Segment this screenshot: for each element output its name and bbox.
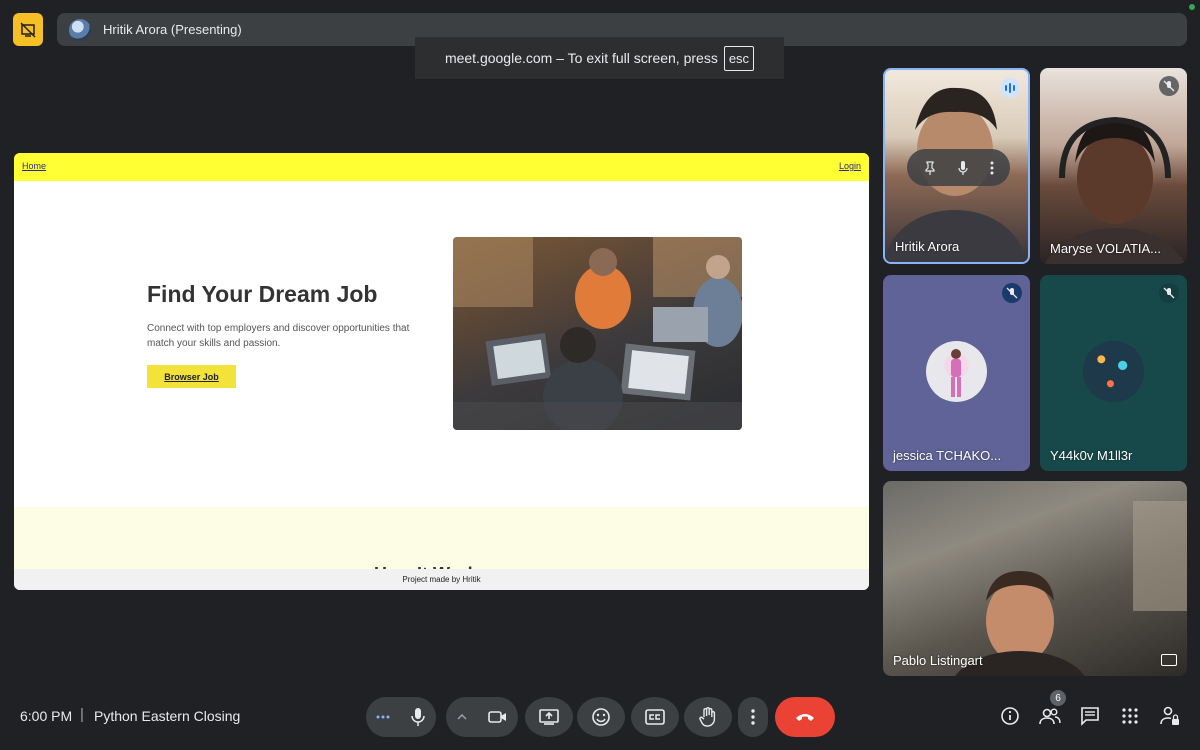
present-screen-icon (539, 709, 559, 725)
avatar (926, 341, 987, 402)
captions-button[interactable] (631, 697, 679, 737)
present-screen-button[interactable] (525, 697, 573, 737)
divider: | (80, 706, 84, 723)
captions-icon (645, 709, 665, 725)
participant-name: Pablo Listingart (893, 653, 983, 668)
meeting-title: Python Eastern Closing (94, 708, 241, 724)
meeting-details-button[interactable] (998, 704, 1022, 728)
participant-name: jessica TCHAKO... (893, 448, 1002, 463)
participant-name: Hritik Arora (895, 239, 960, 254)
browse-jobs-button[interactable]: Browser Job (147, 365, 236, 388)
more-options-icon[interactable] (990, 161, 994, 175)
hero-description: Connect with top employers and discover … (147, 323, 410, 349)
avatar (1083, 341, 1144, 402)
mic-off-icon (1002, 283, 1022, 303)
hand-icon (699, 707, 717, 727)
expand-icon[interactable] (1161, 654, 1177, 666)
stop-presenting-button[interactable] (13, 13, 43, 46)
shared-screen: Home Login Find Your Dream Job Connect w… (14, 153, 869, 590)
how-it-works-section (14, 507, 869, 569)
mic-off-icon (1159, 283, 1179, 303)
participant-name: Y44k0v M1ll3r (1050, 448, 1133, 463)
present-off-icon (20, 21, 36, 38)
speaking-indicator (1000, 78, 1020, 98)
site-nav: Home Login (14, 153, 869, 181)
pin-icon[interactable] (923, 160, 937, 175)
presenter-avatar (69, 18, 91, 41)
hero-title: Find Your Dream Job (147, 281, 378, 307)
raise-hand-button[interactable] (684, 697, 732, 737)
emoji-icon (591, 707, 611, 727)
microphone-icon[interactable] (410, 707, 426, 727)
participant-tile-maryse[interactable]: Maryse VOLATIA... (1040, 68, 1187, 264)
nav-login-link[interactable]: Login (839, 161, 861, 171)
leave-call-button[interactable] (775, 697, 835, 737)
apps-grid-icon (1122, 708, 1138, 724)
nav-home-link[interactable]: Home (22, 161, 46, 171)
participant-name: Maryse VOLATIA... (1050, 241, 1162, 256)
people-button[interactable] (1038, 704, 1062, 728)
fullscreen-message: meet.google.com – To exit full screen, p… (444, 50, 718, 66)
meeting-time: 6:00 PM (20, 708, 73, 724)
mic-icon[interactable] (956, 160, 970, 176)
video-controls[interactable] (446, 697, 518, 737)
site-footer: Project made by Hritik (14, 569, 869, 590)
chat-button[interactable] (1078, 704, 1102, 728)
people-count-badge: 6 (1050, 690, 1066, 706)
more-vertical-icon (751, 709, 755, 725)
audio-controls[interactable] (366, 697, 436, 737)
chevron-up-icon[interactable] (456, 714, 467, 720)
camera-icon[interactable] (487, 710, 508, 724)
participant-tile-pablo[interactable]: Pablo Listingart (883, 481, 1187, 676)
fullscreen-toast: meet.google.com – To exit full screen, p… (415, 37, 784, 79)
tile-controls (907, 149, 1010, 186)
participant-tile-jessica[interactable]: jessica TCHAKO... (883, 275, 1030, 471)
host-controls-button[interactable] (1158, 704, 1182, 728)
esc-key: esc (723, 45, 755, 71)
more-options-button[interactable] (738, 697, 768, 737)
people-icon (1039, 707, 1061, 725)
presenter-label: Hritik Arora (Presenting) (103, 22, 242, 37)
recording-indicator-dot (1189, 4, 1195, 10)
participant-tile-y44k0v[interactable]: Y44k0v M1ll3r (1040, 275, 1187, 471)
participant-tile-hritik[interactable]: Hritik Arora (883, 68, 1030, 264)
activities-button[interactable] (1118, 704, 1142, 728)
host-lock-icon (1160, 706, 1180, 726)
hang-up-icon (795, 712, 815, 722)
hero-image (453, 237, 742, 430)
chat-icon (1080, 706, 1100, 726)
audio-settings-icon[interactable] (376, 715, 390, 719)
info-icon (1000, 706, 1020, 726)
reactions-button[interactable] (577, 697, 625, 737)
mic-off-icon (1159, 76, 1179, 96)
